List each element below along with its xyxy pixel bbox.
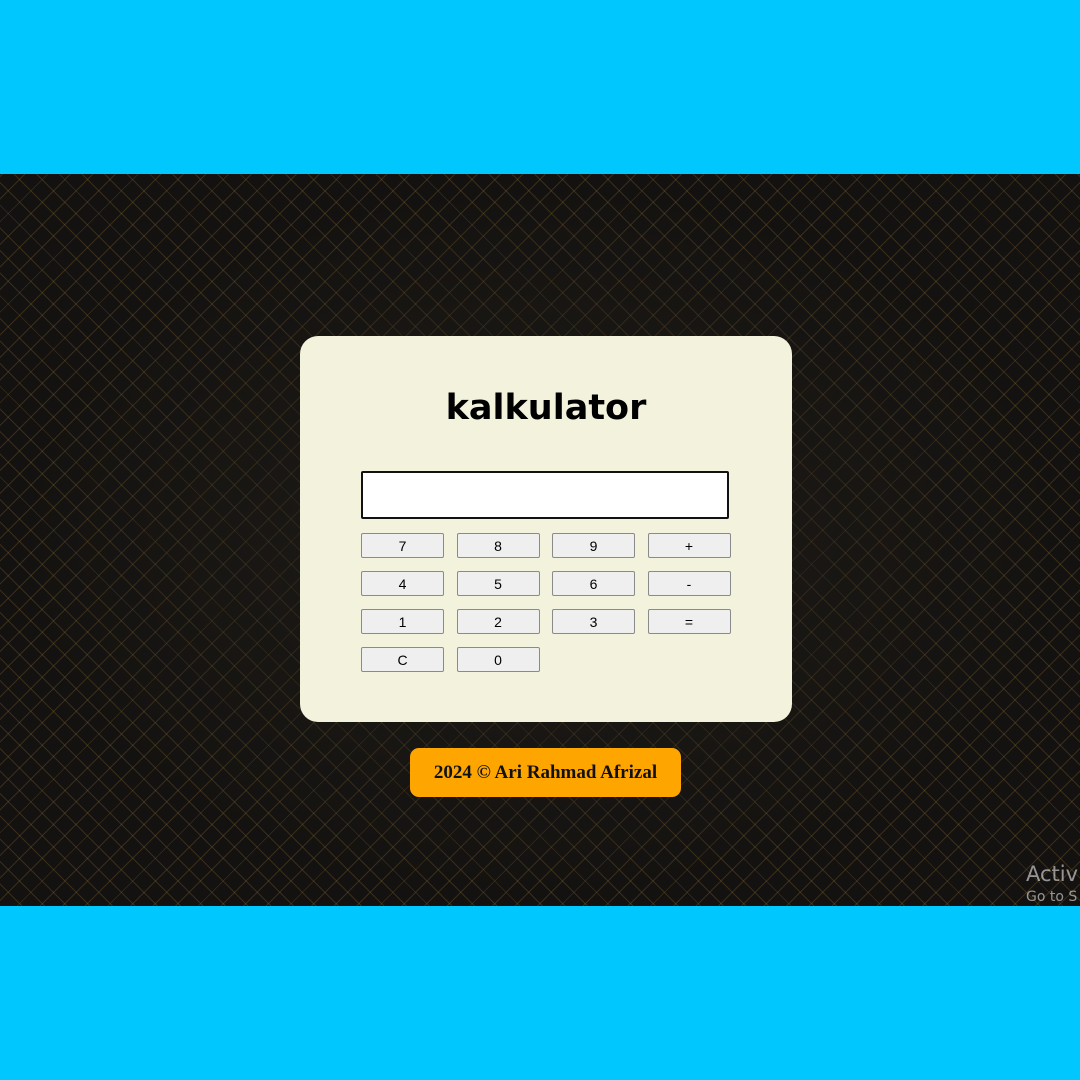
key-7-button[interactable]: 7 bbox=[361, 533, 444, 558]
key-3-button[interactable]: 3 bbox=[552, 609, 635, 634]
key-8-button[interactable]: 8 bbox=[456, 533, 540, 558]
calculator-display[interactable] bbox=[361, 471, 729, 519]
key-1-button[interactable]: 1 bbox=[361, 609, 444, 634]
frame-bottom-border bbox=[0, 906, 1080, 1080]
key-9-button[interactable]: 9 bbox=[552, 533, 635, 558]
add-button[interactable]: + bbox=[647, 533, 731, 558]
watermark-subtitle: Go to S bbox=[1026, 889, 1078, 905]
copyright-footer: 2024 © Ari Rahmad Afrizal bbox=[410, 748, 681, 797]
activate-windows-watermark: Activ Go to S bbox=[1026, 860, 1078, 906]
keypad: 7 8 9 + 4 5 6 - 1 2 3 = C 0 bbox=[361, 533, 731, 672]
watermark-title: Activ bbox=[1026, 862, 1079, 886]
page-title: kalkulator bbox=[445, 388, 647, 428]
key-2-button[interactable]: 2 bbox=[456, 609, 540, 634]
equals-button[interactable]: = bbox=[647, 609, 731, 634]
key-5-button[interactable]: 5 bbox=[456, 571, 540, 596]
key-0-button[interactable]: 0 bbox=[456, 647, 540, 672]
key-6-button[interactable]: 6 bbox=[552, 571, 635, 596]
frame-top-border bbox=[0, 0, 1080, 174]
page-viewport: kalkulator 7 8 9 + 4 5 6 - 1 2 3 = C 0 2… bbox=[0, 174, 1080, 906]
calculator-card: kalkulator 7 8 9 + 4 5 6 - 1 2 3 = C 0 bbox=[300, 336, 792, 722]
subtract-button[interactable]: - bbox=[647, 571, 731, 596]
key-4-button[interactable]: 4 bbox=[361, 571, 444, 596]
clear-button[interactable]: C bbox=[361, 647, 444, 672]
